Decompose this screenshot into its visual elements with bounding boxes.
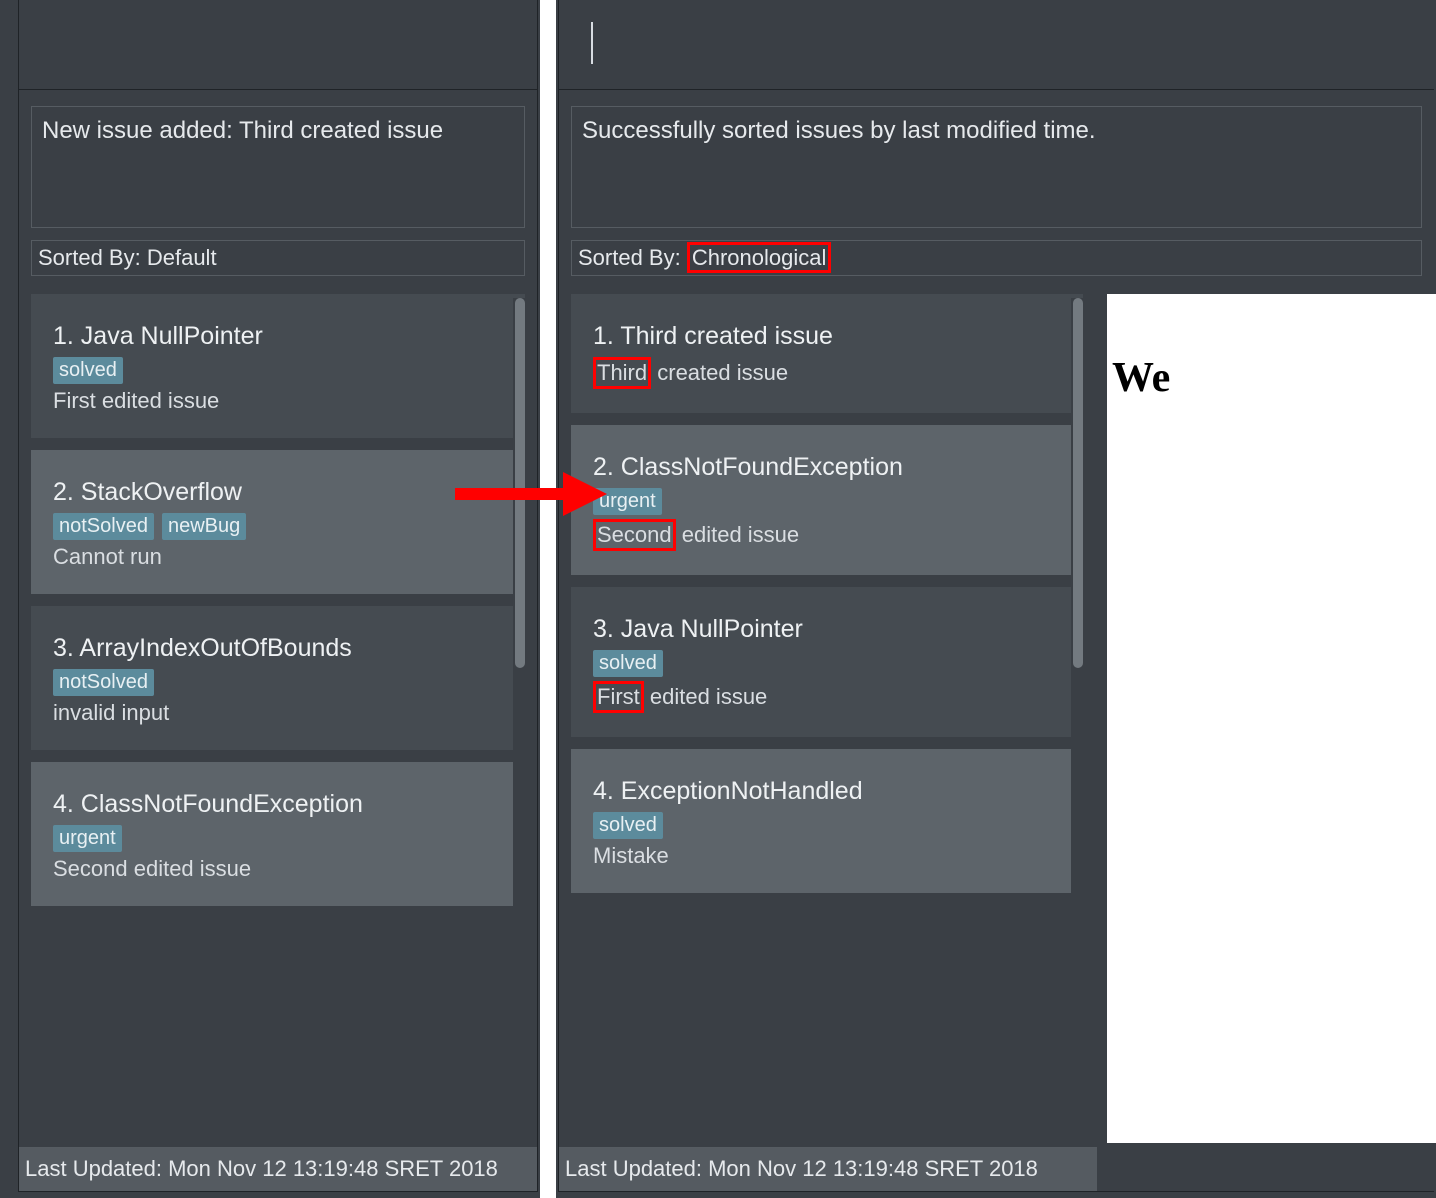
pane-after: Successfully sorted issues by last modif…	[558, 0, 1434, 1192]
text-cursor-icon	[591, 22, 593, 64]
pane-before: New issue added: Third created issue Sor…	[18, 0, 538, 1192]
command-input-area[interactable]	[559, 0, 1434, 90]
list-item[interactable]: 2. StackOverflow notSolved newBug Cannot ru…	[31, 450, 525, 594]
item-description: Second edited issue	[53, 856, 503, 882]
item-title: 3. ArrayIndexOutOfBounds	[53, 634, 503, 663]
item-tags: urgent	[53, 825, 503, 852]
list-item[interactable]: 1. Java NullPointer solved First edited is…	[31, 294, 525, 438]
tag-badge: notSolved	[53, 669, 154, 696]
item-description: First edited issue	[593, 681, 1061, 713]
tag-badge: solved	[593, 650, 663, 677]
sort-bar: Sorted By: Chronological	[571, 240, 1422, 276]
list-item[interactable]: 3. ArrayIndexOutOfBounds notSolved invalid…	[31, 606, 525, 750]
item-title: 2. StackOverflow	[53, 478, 503, 507]
highlighted-word: Third	[593, 357, 651, 389]
item-title: 2. ClassNotFoundException	[593, 453, 1061, 482]
item-title: 4. ExceptionNotHandled	[593, 777, 1061, 806]
pane-divider	[540, 0, 556, 1198]
list-item[interactable]: 2. ClassNotFoundException urgent Second ed…	[571, 425, 1083, 575]
item-description: Second edited issue	[593, 519, 1061, 551]
sort-value: Default	[147, 245, 217, 270]
scrollbar[interactable]	[1071, 298, 1085, 1046]
item-title: 4. ClassNotFoundException	[53, 790, 503, 819]
sort-value-highlighted: Chronological	[687, 242, 832, 273]
issue-list[interactable]: 1. Third created issue Third created issu…	[571, 294, 1083, 1050]
tag-badge: urgent	[593, 488, 662, 515]
footer-status: Last Updated: Mon Nov 12 13:19:48 SRET 2…	[19, 1147, 537, 1191]
item-tags: urgent	[593, 488, 1061, 515]
sort-bar: Sorted By: Default	[31, 240, 525, 276]
scrollbar[interactable]	[513, 298, 527, 1046]
list-item[interactable]: 3. Java NullPointer solved First edited is…	[571, 587, 1083, 737]
issue-list[interactable]: 1. Java NullPointer solved First edited is…	[31, 294, 525, 1050]
tag-badge: notSolved	[53, 513, 154, 540]
status-message: Successfully sorted issues by last modif…	[571, 106, 1422, 228]
status-message: New issue added: Third created issue	[31, 106, 525, 228]
welcome-heading: We	[1112, 354, 1170, 402]
item-description: Third created issue	[593, 357, 1061, 389]
scroll-thumb[interactable]	[1073, 298, 1083, 668]
item-description: First edited issue	[53, 388, 503, 414]
detail-panel	[1107, 294, 1436, 1143]
item-tags: notSolved newBug	[53, 513, 503, 540]
scroll-thumb[interactable]	[515, 298, 525, 668]
tag-badge: solved	[593, 812, 663, 839]
list-item[interactable]: 1. Third created issue Third created issu…	[571, 294, 1083, 413]
item-title: 3. Java NullPointer	[593, 615, 1061, 644]
tag-badge: solved	[53, 357, 123, 384]
sort-label: Sorted By:	[38, 245, 147, 270]
item-tags: solved	[593, 650, 1061, 677]
highlighted-word: First	[593, 681, 644, 713]
item-description: Cannot run	[53, 544, 503, 570]
item-title: 1. Third created issue	[593, 322, 1061, 351]
item-description: invalid input	[53, 700, 503, 726]
item-tags: notSolved	[53, 669, 503, 696]
command-input-area[interactable]	[19, 0, 537, 90]
list-item[interactable]: 4. ClassNotFoundException urgent Second ed…	[31, 762, 525, 906]
item-tags: solved	[53, 357, 503, 384]
tag-badge: newBug	[162, 513, 246, 540]
list-item[interactable]: 4. ExceptionNotHandled solved Mistake	[571, 749, 1083, 893]
footer-status: Last Updated: Mon Nov 12 13:19:48 SRET 2…	[559, 1147, 1097, 1191]
highlighted-word: Second	[593, 519, 676, 551]
item-description: Mistake	[593, 843, 1061, 869]
item-tags: solved	[593, 812, 1061, 839]
sort-label: Sorted By:	[578, 245, 687, 270]
tag-badge: urgent	[53, 825, 122, 852]
item-title: 1. Java NullPointer	[53, 322, 503, 351]
